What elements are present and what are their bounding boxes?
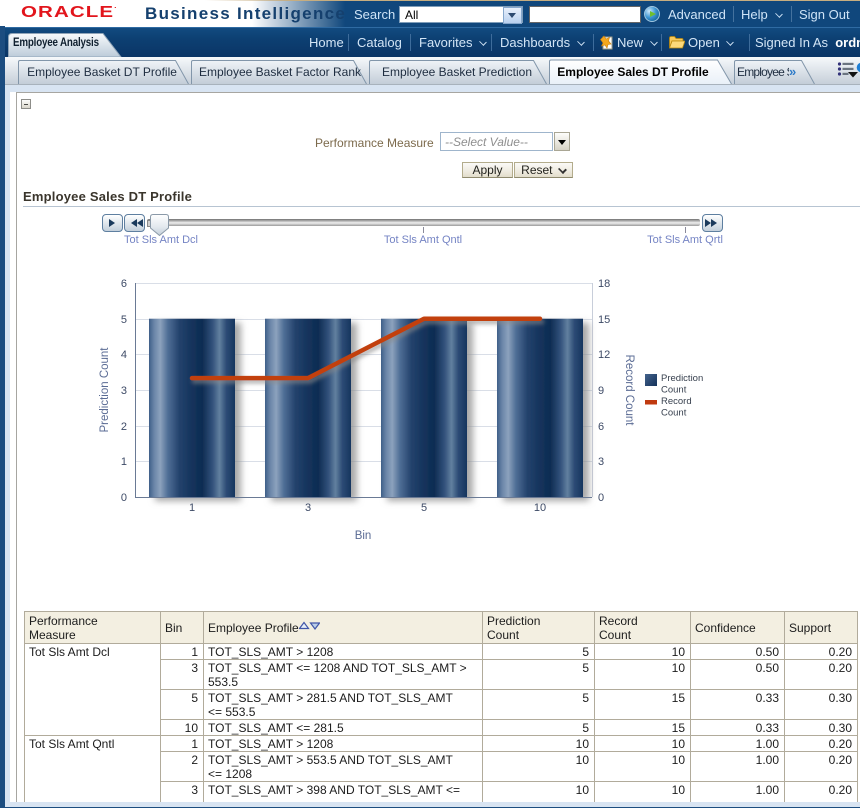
svg-text:5: 5	[421, 502, 427, 514]
svg-text:Count: Count	[661, 408, 687, 419]
svg-text:3: 3	[305, 502, 311, 514]
svg-text:5: 5	[121, 314, 127, 326]
svg-text:18: 18	[598, 278, 610, 290]
svg-text:1: 1	[121, 456, 127, 468]
svg-text:9: 9	[598, 385, 604, 397]
svg-text:2: 2	[121, 421, 127, 433]
svg-text:Count: Count	[661, 385, 687, 396]
svg-text:3: 3	[121, 385, 127, 397]
svg-text:»: »	[789, 64, 796, 79]
svg-text:Employee S: Employee S	[737, 65, 794, 79]
svg-text:15: 15	[598, 314, 610, 326]
svg-text:12: 12	[598, 349, 610, 361]
svg-text:Record Count: Record Count	[623, 355, 635, 427]
svg-text:0: 0	[121, 492, 127, 504]
svg-text:1: 1	[189, 502, 195, 514]
svg-text:6: 6	[121, 278, 127, 290]
svg-text:Bin: Bin	[355, 530, 372, 542]
svg-text:6: 6	[598, 421, 604, 433]
svg-text:10: 10	[534, 502, 546, 514]
svg-text:Prediction Count: Prediction Count	[99, 347, 111, 433]
svg-text:Employee Sales DT Profile: Employee Sales DT Profile	[557, 65, 709, 79]
svg-text:3: 3	[598, 456, 604, 468]
svg-text:0: 0	[598, 492, 604, 504]
svg-text:4: 4	[121, 349, 127, 361]
svg-text:Employee Basket DT Profile: Employee Basket DT Profile	[27, 65, 177, 79]
svg-text:Record: Record	[661, 396, 692, 407]
svg-text:Prediction: Prediction	[661, 373, 703, 384]
svg-text:Employee Basket Prediction: Employee Basket Prediction	[382, 65, 532, 79]
svg-text:Employee Basket Factor Rank: Employee Basket Factor Rank	[199, 65, 362, 79]
